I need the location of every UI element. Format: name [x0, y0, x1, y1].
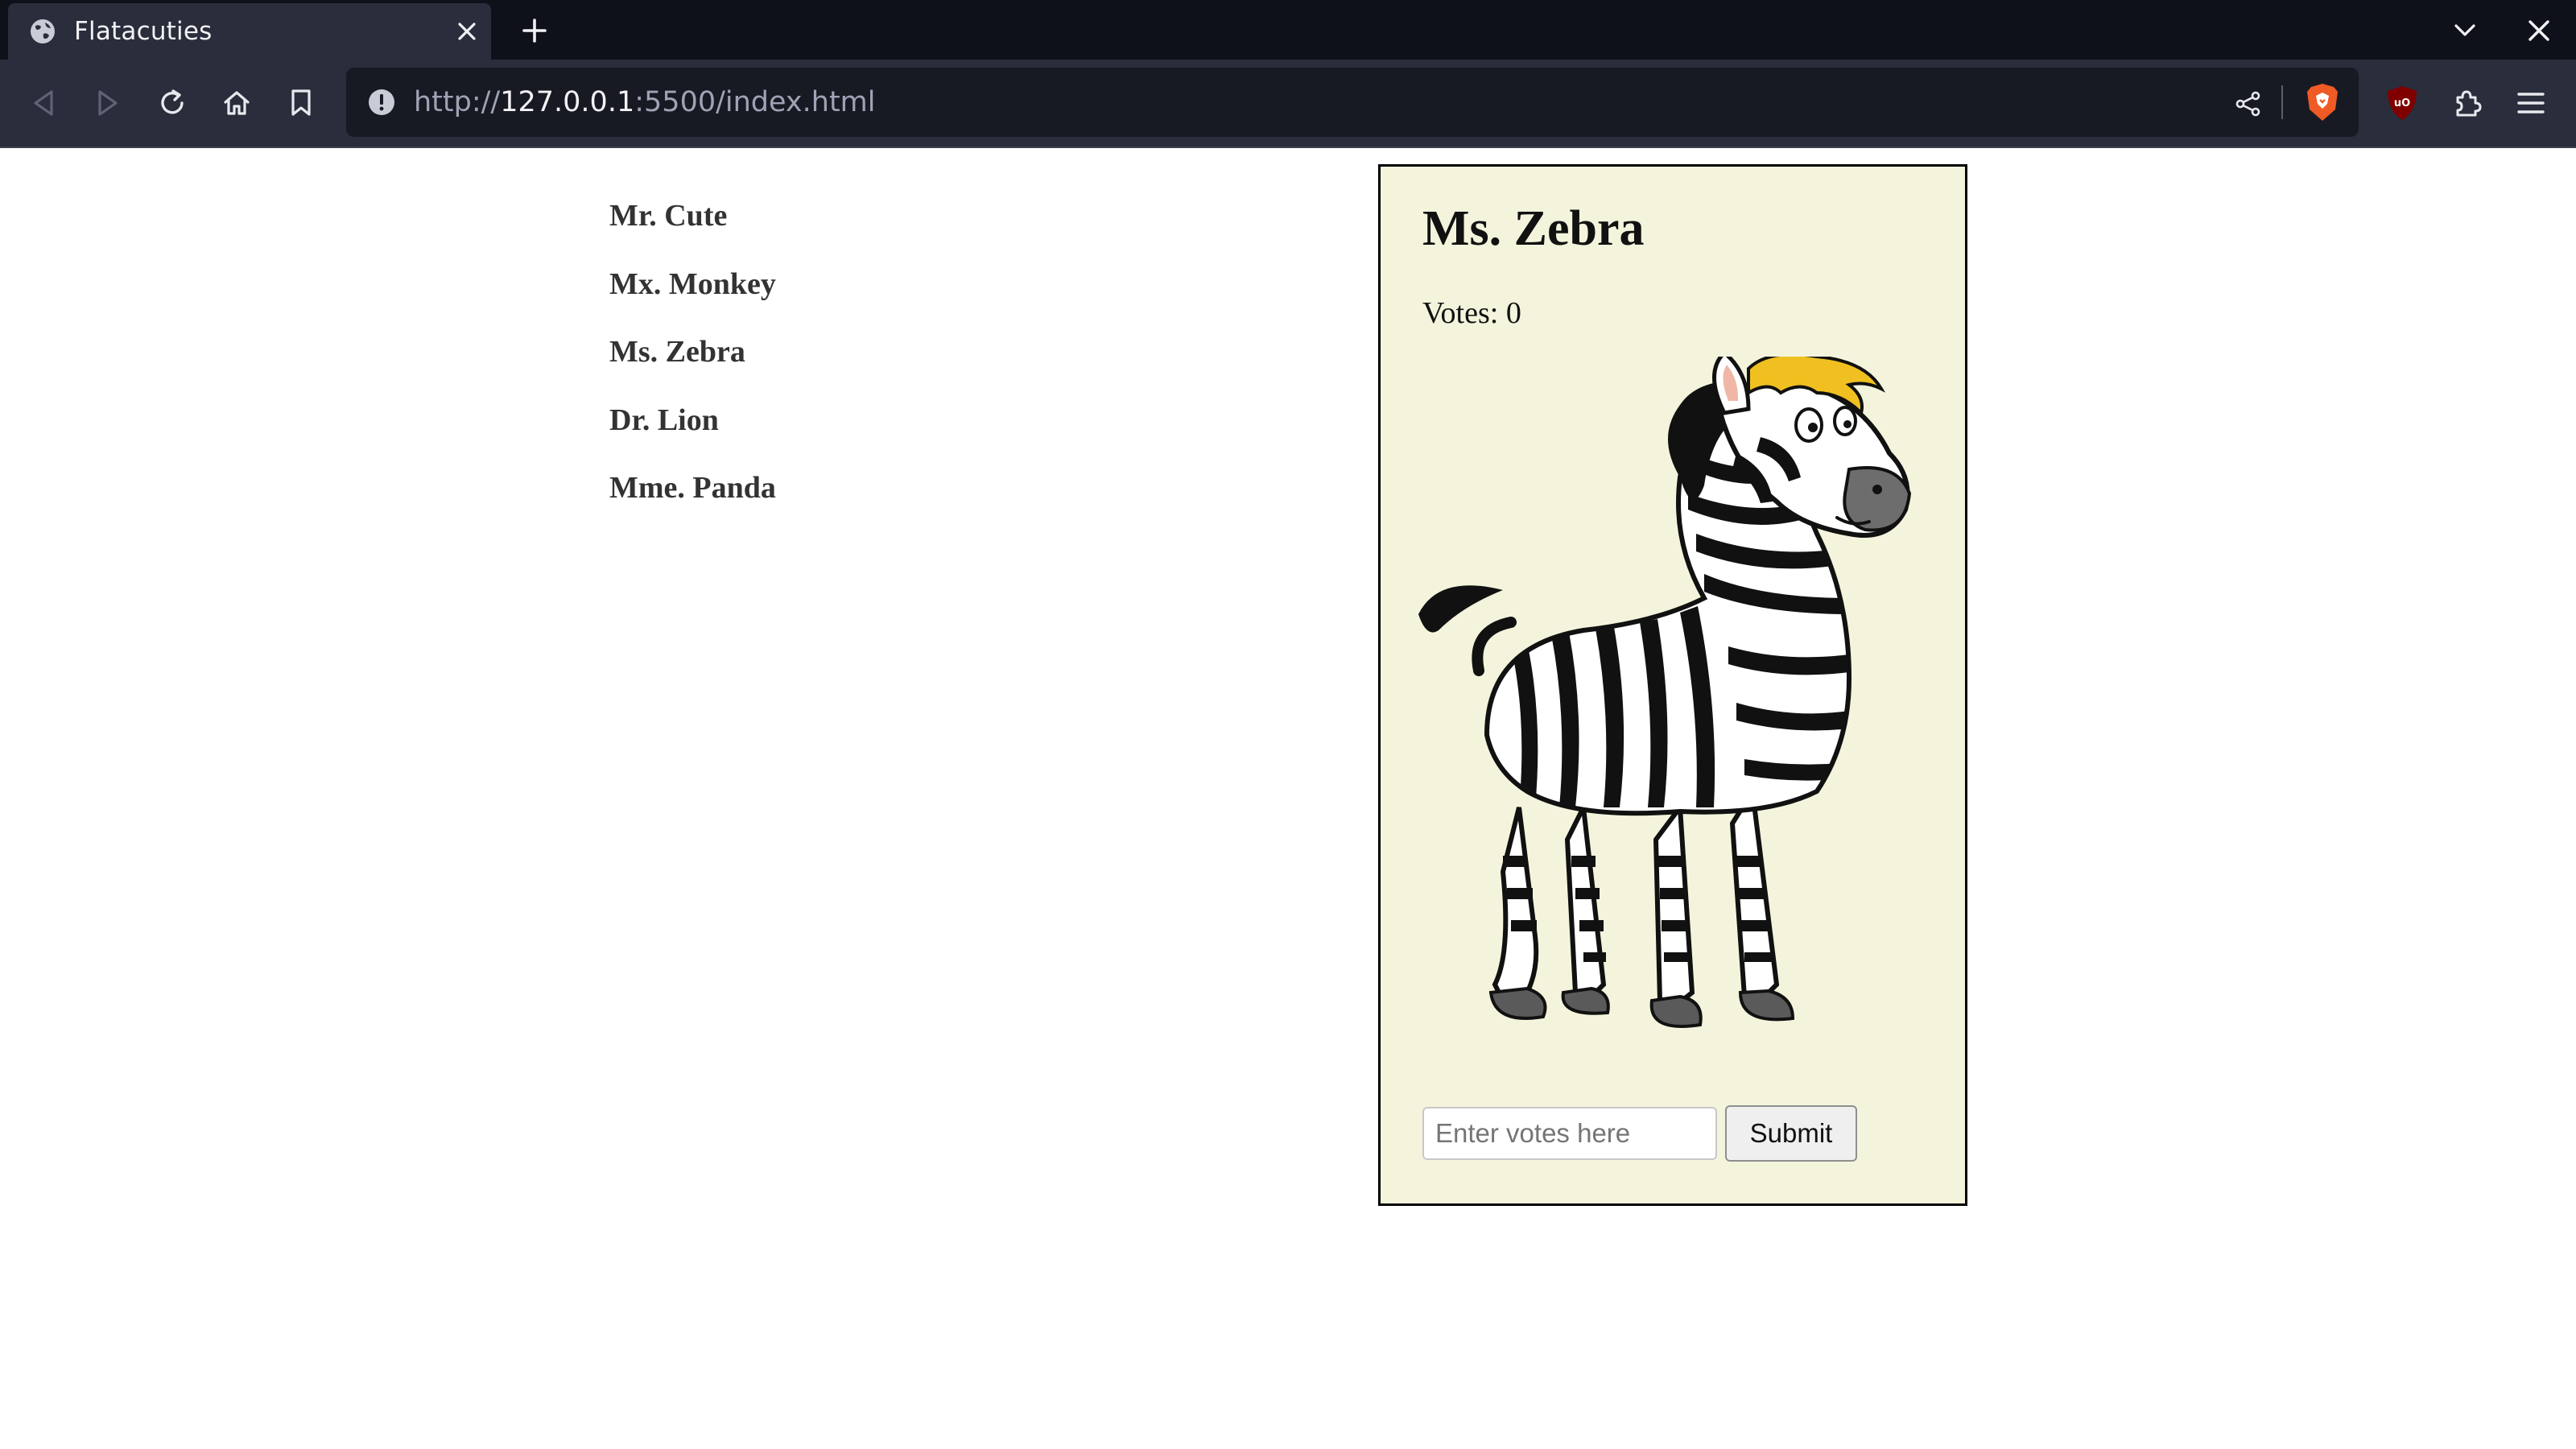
submit-button[interactable]: Submit [1725, 1105, 1857, 1162]
info-icon[interactable] [364, 85, 399, 120]
character-item-mx-monkey[interactable]: Mx. Monkey [609, 262, 776, 330]
extensions-icon[interactable] [2442, 79, 2491, 127]
chevron-down-icon[interactable] [2442, 10, 2487, 52]
menu-icon[interactable] [2507, 79, 2555, 127]
zebra-illustration [1418, 357, 1912, 1028]
share-icon[interactable] [2228, 84, 2268, 124]
vote-count: 0 [1505, 296, 1521, 330]
url-text[interactable]: http://127.0.0.1:5500/index.html [414, 68, 876, 137]
character-name: Ms. Zebra [1422, 201, 1645, 256]
brave-shield-icon[interactable] [2301, 80, 2344, 124]
address-bar[interactable]: http://127.0.0.1:5500/index.html [346, 68, 2359, 137]
bookmark-icon[interactable] [277, 79, 325, 127]
forward-icon[interactable] [84, 79, 132, 127]
tab-title: Flatacuties [74, 17, 213, 46]
character-item-mr-cute[interactable]: Mr. Cute [609, 193, 776, 262]
globe-icon [27, 16, 58, 47]
home-icon[interactable] [213, 79, 261, 127]
back-icon[interactable] [19, 79, 68, 127]
character-item-dr-lion[interactable]: Dr. Lion [609, 398, 776, 466]
detailed-info-card: Ms. Zebra Votes: 0 Enter votes here Subm… [1378, 164, 1967, 1206]
votes-label: Votes: [1422, 296, 1499, 330]
window-close-icon[interactable] [2516, 8, 2562, 53]
svg-text:uO: uO [2394, 97, 2410, 109]
navigation-toolbar: http://127.0.0.1:5500/index.html uO [0, 60, 2576, 148]
reload-icon[interactable] [148, 79, 196, 127]
character-item-mme-panda[interactable]: Mme. Panda [609, 465, 776, 534]
character-item-ms-zebra[interactable]: Ms. Zebra [609, 329, 776, 398]
close-tab-icon[interactable] [443, 7, 491, 56]
tab-strip: Flatacuties [0, 0, 2576, 60]
ublock-icon[interactable]: uO [2378, 79, 2426, 127]
votes-input[interactable] [1422, 1107, 1717, 1160]
page-viewport: Mr. Cute Mx. Monkey Ms. Zebra Dr. Lion M… [0, 148, 2576, 1449]
browser-tab[interactable]: Flatacuties [8, 3, 491, 60]
new-tab-button[interactable] [512, 8, 557, 53]
votes-line: Votes: 0 [1422, 295, 1521, 331]
url-separator [2281, 85, 2283, 119]
character-bar: Mr. Cute Mx. Monkey Ms. Zebra Dr. Lion M… [609, 193, 776, 534]
